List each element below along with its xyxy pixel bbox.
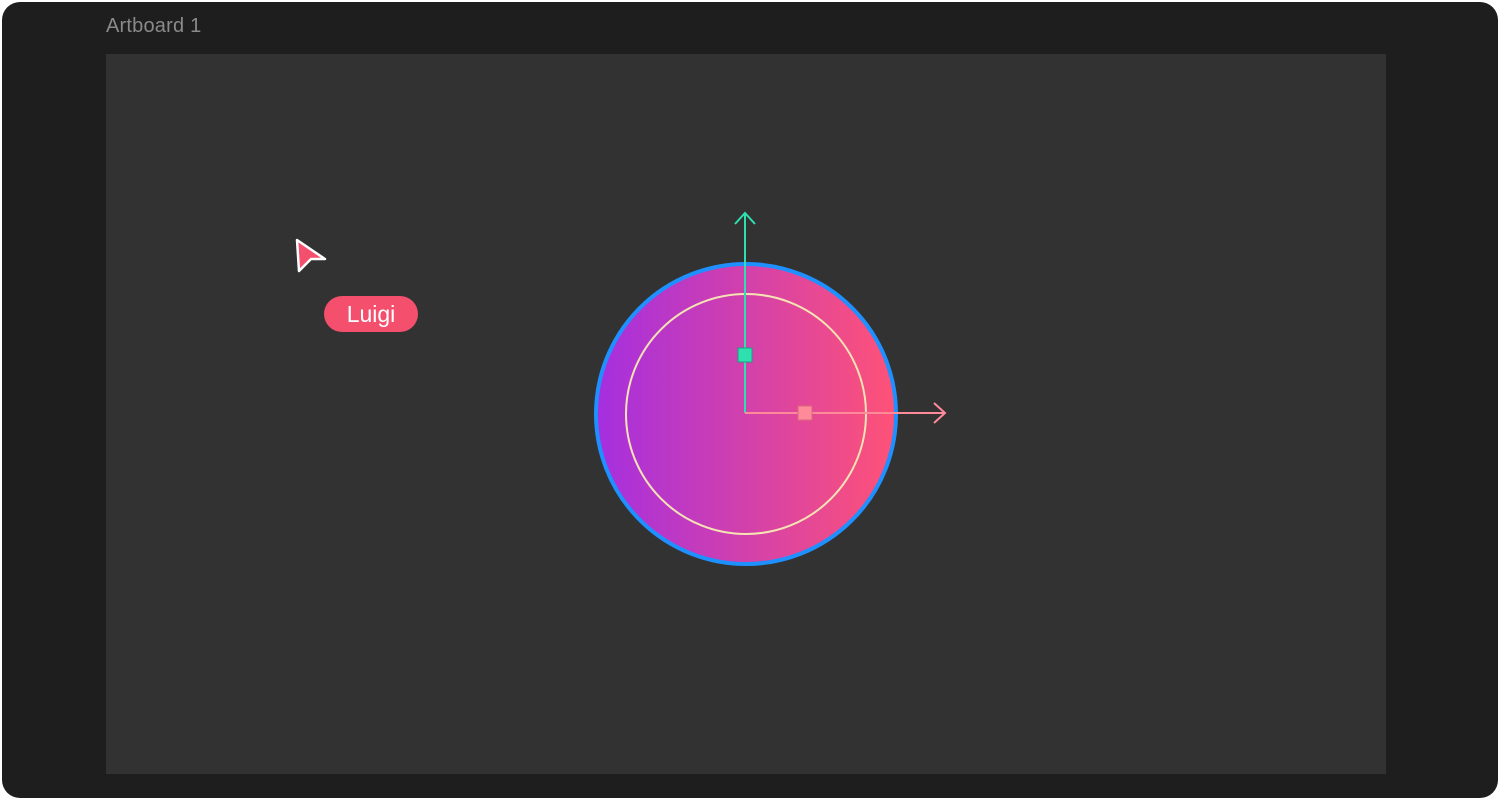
collaborator-cursor-icon — [295, 238, 327, 273]
y-scale-handle[interactable] — [737, 347, 753, 363]
canvas-layer — [594, 211, 947, 566]
collaborator-name-tag: Luigi — [324, 296, 418, 332]
x-scale-handle[interactable] — [797, 405, 813, 421]
